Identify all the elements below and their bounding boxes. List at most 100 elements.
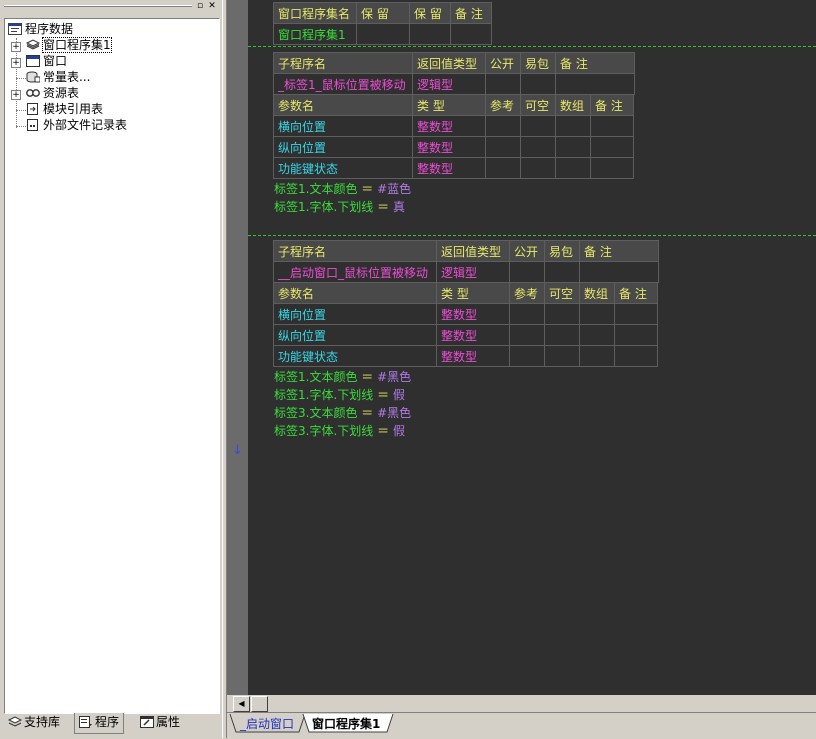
horizontal-scrollbar[interactable]: ◀ <box>227 695 816 712</box>
table-row[interactable]: 纵向位置 整数型 <box>273 136 634 158</box>
tree-item-program-data[interactable]: 程序数据 <box>8 21 73 37</box>
document-tabs: _启动窗口 窗口程序集1 <box>227 712 816 739</box>
table-cell[interactable] <box>356 23 410 45</box>
expand-icon[interactable]: + <box>11 42 21 52</box>
tree-item-assembly[interactable]: 窗口程序集1 <box>25 37 112 53</box>
table-cell[interactable] <box>520 73 556 95</box>
table-cell[interactable] <box>509 345 545 367</box>
subroutine-table: 子程序名 返回值类型 公开 易包 备 注 _标签1_鼠标位置被移动 逻辑型 <box>273 52 635 95</box>
table-cell[interactable] <box>614 324 658 346</box>
table-row[interactable]: 横向位置 整数型 <box>273 115 634 137</box>
table-cell[interactable] <box>555 157 591 179</box>
tree-item-module-ref[interactable]: 模块引用表 <box>26 101 103 117</box>
table-cell[interactable] <box>590 115 634 137</box>
library-icon <box>7 715 23 727</box>
table-cell[interactable] <box>485 136 521 158</box>
table-cell[interactable] <box>520 157 556 179</box>
table-cell[interactable] <box>590 136 634 158</box>
table-row[interactable]: 横向位置 整数型 <box>273 303 658 325</box>
scroll-thumb[interactable] <box>251 696 268 712</box>
table-cell[interactable] <box>485 73 521 95</box>
param-type-cell[interactable]: 整数型 <box>412 115 486 137</box>
code-line[interactable]: 标签1.文本颜色 ＝ #黑色 <box>274 368 411 386</box>
param-name-cell[interactable]: 功能键状态 <box>273 157 413 179</box>
code-line[interactable]: 标签3.文本颜色 ＝ #黑色 <box>274 404 411 422</box>
header-cell: 公开 <box>485 52 521 74</box>
restore-icon[interactable]: ▫ <box>195 1 205 11</box>
table-cell[interactable] <box>509 303 545 325</box>
tree-item-external-files[interactable]: 外部文件记录表 <box>26 117 127 133</box>
table-cell[interactable] <box>555 136 591 158</box>
table-cell[interactable] <box>520 115 556 137</box>
table-row[interactable]: 纵向位置 整数型 <box>273 324 658 346</box>
assign-operator: ＝ <box>361 182 374 196</box>
param-type-cell[interactable]: 整数型 <box>436 324 510 346</box>
table-cell[interactable] <box>544 303 580 325</box>
param-name-cell[interactable]: 纵向位置 <box>273 136 413 158</box>
table-cell[interactable] <box>544 324 580 346</box>
code-line[interactable]: 标签3.字体.下划线 ＝ 假 <box>274 422 405 440</box>
tab-label: 支持库 <box>24 715 61 729</box>
assembly-name-cell[interactable]: 窗口程序集1 <box>273 23 357 45</box>
header-cell: 子程序名 <box>273 52 413 74</box>
table-cell[interactable] <box>579 324 615 346</box>
table-cell[interactable] <box>614 303 658 325</box>
scroll-left-icon[interactable]: ◀ <box>233 696 250 712</box>
param-type-cell[interactable]: 整数型 <box>436 345 510 367</box>
header-cell: 返回值类型 <box>412 52 486 74</box>
table-cell[interactable] <box>509 261 545 283</box>
table-cell[interactable] <box>450 23 492 45</box>
table-cell[interactable] <box>579 345 615 367</box>
assign-target: 标签3.文本颜色 <box>274 406 358 420</box>
table-cell[interactable] <box>579 303 615 325</box>
tree-item-window[interactable]: 窗口 <box>26 53 67 69</box>
table-cell[interactable] <box>509 324 545 346</box>
tab-library[interactable]: 支持库 <box>4 713 64 732</box>
param-name-cell[interactable]: 功能键状态 <box>273 345 437 367</box>
subroutine-name-cell[interactable]: _标签1_鼠标位置被移动 <box>273 73 413 95</box>
table-cell[interactable] <box>555 73 635 95</box>
panel-grip[interactable] <box>4 5 192 7</box>
project-panel: ▫ ✕ 程序数据 + 窗口程序集1 + 窗口 常量表... + 资源表 模块引用… <box>0 0 222 738</box>
table-cell[interactable] <box>579 261 659 283</box>
table-cell[interactable] <box>590 157 634 179</box>
param-name-cell[interactable]: 横向位置 <box>273 115 413 137</box>
tab-window-assembly[interactable]: 窗口程序集1 <box>312 715 380 733</box>
tab-start-window[interactable]: _启动窗口 <box>240 715 294 733</box>
table-cell[interactable] <box>520 136 556 158</box>
code-line[interactable]: 标签1.文本颜色 ＝ #蓝色 <box>274 180 411 198</box>
tab-program[interactable]: 程序 <box>74 713 125 734</box>
project-tree[interactable]: 程序数据 + 窗口程序集1 + 窗口 常量表... + 资源表 模块引用表 外部… <box>4 18 220 714</box>
table-cell[interactable] <box>485 157 521 179</box>
section-separator <box>248 46 816 47</box>
code-editor[interactable]: 窗口程序集名 保 留 保 留 备 注 窗口程序集1 子程序名 返回值类型 公开 … <box>248 0 816 695</box>
table-row[interactable]: 功能键状态 整数型 <box>273 345 658 367</box>
tab-properties[interactable]: 属性 <box>136 713 184 732</box>
table-cell[interactable] <box>555 115 591 137</box>
subroutine-name-cell[interactable]: __启动窗口_鼠标位置被移动 <box>273 261 437 283</box>
expand-icon[interactable]: + <box>11 58 21 68</box>
table-cell[interactable] <box>544 261 580 283</box>
assign-operator: ＝ <box>361 406 374 420</box>
param-type-cell[interactable]: 整数型 <box>436 303 510 325</box>
table-cell[interactable] <box>409 23 451 45</box>
table-row[interactable]: 功能键状态 整数型 <box>273 157 634 179</box>
table-cell[interactable] <box>544 345 580 367</box>
tree-item-constants[interactable]: 常量表... <box>26 69 90 85</box>
close-icon[interactable]: ✕ <box>207 1 217 11</box>
param-type-cell[interactable]: 整数型 <box>412 157 486 179</box>
param-name-cell[interactable]: 横向位置 <box>273 303 437 325</box>
param-name-cell[interactable]: 纵向位置 <box>273 324 437 346</box>
assign-value: #黑色 <box>377 406 412 420</box>
tree-item-label: 程序数据 <box>25 22 74 36</box>
expand-icon[interactable]: + <box>11 90 21 100</box>
param-type-cell[interactable]: 整数型 <box>412 136 486 158</box>
code-line[interactable]: 标签1.字体.下划线 ＝ 假 <box>274 386 405 404</box>
code-line[interactable]: 标签1.字体.下划线 ＝ 真 <box>274 198 405 216</box>
table-cell[interactable] <box>614 345 658 367</box>
table-cell[interactable] <box>485 115 521 137</box>
tree-item-resources[interactable]: 资源表 <box>26 85 79 101</box>
return-type-cell[interactable]: 逻辑型 <box>436 261 510 283</box>
return-type-cell[interactable]: 逻辑型 <box>412 73 486 95</box>
header-cell: 可空 <box>520 94 556 116</box>
